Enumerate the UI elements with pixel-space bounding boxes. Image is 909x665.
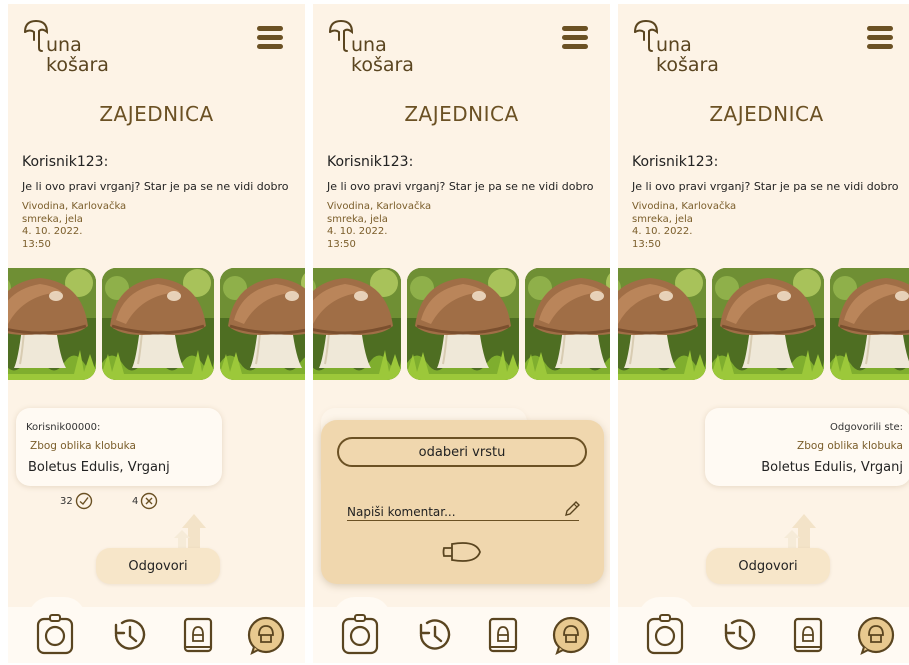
community-chat-icon[interactable]: [244, 613, 288, 657]
mushroom-photo[interactable]: [712, 268, 824, 380]
post-question: Je li ovo pravi vrganj? Star je pa se ne…: [632, 180, 899, 193]
history-icon[interactable]: [108, 613, 152, 657]
screen-community-reply-form: una košara ZAJEDNICA Korisnik123: Je li …: [313, 4, 610, 663]
hamburger-menu-icon[interactable]: [562, 26, 588, 50]
post-question: Je li ovo pravi vrganj? Star je pa se ne…: [327, 180, 594, 193]
community-chat-icon[interactable]: [549, 613, 593, 657]
comment-placeholder: Napiši komentar...: [347, 505, 456, 519]
logo-text-line2: košara: [46, 54, 109, 76]
comment-input[interactable]: Napiši komentar...: [347, 500, 580, 521]
reply-button[interactable]: Odgovori: [96, 548, 220, 584]
post-meta: Vivodina, Karlovačka smreka, jela 4. 10.…: [327, 201, 431, 251]
post-photos: [313, 268, 610, 380]
bottom-nav: [618, 607, 909, 663]
reply-button[interactable]: Odgovori: [706, 548, 830, 584]
post-location: Vivodina, Karlovačka: [22, 201, 127, 212]
my-answer-card: Odgovorili ste: Zbog oblika klobuka Bole…: [705, 408, 909, 486]
bottom-nav: [8, 607, 305, 663]
page-title: ZAJEDNICA: [99, 102, 214, 126]
bottom-nav: [313, 607, 610, 663]
mushroom-photo[interactable]: [220, 268, 305, 380]
up-arrow-icon: [784, 510, 824, 550]
post-trees: smreka, jela: [22, 213, 83, 225]
post-photos: [8, 268, 305, 380]
species-select[interactable]: odaberi vrstu: [337, 437, 587, 467]
upvote-button[interactable]: 32: [60, 492, 93, 510]
page-title: ZAJEDNICA: [709, 102, 824, 126]
pencil-icon: [565, 501, 580, 516]
send-mushroom-icon[interactable]: [442, 540, 482, 564]
mushroom-photo[interactable]: [525, 268, 610, 380]
post-date: 4. 10. 2022.: [632, 226, 693, 237]
post-time: 13:50: [632, 238, 661, 250]
logo-text-line1: una: [46, 34, 82, 56]
hamburger-menu-icon[interactable]: [257, 26, 283, 50]
post-date: 4. 10. 2022.: [327, 226, 388, 237]
cross-circle-icon: [140, 492, 158, 510]
post-photos: [618, 268, 909, 380]
mushroom-photo[interactable]: [407, 268, 519, 380]
mushroom-photo[interactable]: [830, 268, 909, 380]
mushroom-photo[interactable]: [102, 268, 214, 380]
post-location: Vivodina, Karlovačka: [632, 201, 737, 212]
camera-icon[interactable]: [644, 613, 688, 657]
book-icon[interactable]: [786, 613, 830, 657]
reply-form: odaberi vrstu Napiši komentar...: [321, 420, 604, 584]
my-answer-label: Odgovorili ste:: [830, 422, 903, 433]
community-chat-icon[interactable]: [854, 613, 898, 657]
answer-reason: Zbog oblika klobuka: [30, 440, 136, 452]
post-author: Korisnik123:: [22, 154, 109, 170]
page-title: ZAJEDNICA: [404, 102, 519, 126]
post-time: 13:50: [22, 238, 51, 250]
post-meta: Vivodina, Karlovačka smreka, jela 4. 10.…: [22, 201, 126, 251]
post-meta: Vivodina, Karlovačka smreka, jela 4. 10.…: [632, 201, 736, 251]
logo-text-line1: una: [351, 34, 387, 56]
camera-icon[interactable]: [339, 613, 383, 657]
camera-icon[interactable]: [34, 613, 78, 657]
post-date: 4. 10. 2022.: [22, 226, 83, 237]
post-trees: smreka, jela: [327, 213, 388, 225]
check-circle-icon: [75, 492, 93, 510]
hamburger-menu-icon[interactable]: [867, 26, 893, 50]
screen-community-answered: una košara ZAJEDNICA Korisnik123: Je li …: [618, 4, 909, 663]
post-time: 13:50: [327, 238, 356, 250]
logo-text-line1: una: [656, 34, 692, 56]
my-answer-reason: Zbog oblika klobuka: [797, 440, 903, 452]
logo-text-line2: košara: [656, 54, 719, 76]
answer-species: Boletus Edulis, Vrganj: [28, 460, 170, 475]
logo-text-line2: košara: [351, 54, 414, 76]
screen-community-default: una košara ZAJEDNICA Korisnik123: Je li …: [8, 4, 305, 663]
mushroom-photo[interactable]: [618, 268, 706, 380]
up-arrow-icon: [174, 510, 214, 550]
book-icon[interactable]: [481, 613, 525, 657]
post-author: Korisnik123:: [632, 154, 719, 170]
post-trees: smreka, jela: [632, 213, 693, 225]
upvote-count: 32: [60, 495, 73, 507]
answer-card: Korisnik00000: Zbog oblika klobuka Bolet…: [16, 408, 222, 486]
mushroom-photo[interactable]: [8, 268, 96, 380]
my-answer-species: Boletus Edulis, Vrganj: [761, 460, 903, 475]
downvote-button[interactable]: 4: [132, 492, 158, 510]
history-icon[interactable]: [413, 613, 457, 657]
book-icon[interactable]: [176, 613, 220, 657]
history-icon[interactable]: [718, 613, 762, 657]
downvote-count: 4: [132, 495, 139, 507]
mushroom-photo[interactable]: [313, 268, 401, 380]
post-author: Korisnik123:: [327, 154, 414, 170]
post-location: Vivodina, Karlovačka: [327, 201, 432, 212]
post-question: Je li ovo pravi vrganj? Star je pa se ne…: [22, 180, 289, 193]
answer-author: Korisnik00000:: [26, 422, 101, 433]
